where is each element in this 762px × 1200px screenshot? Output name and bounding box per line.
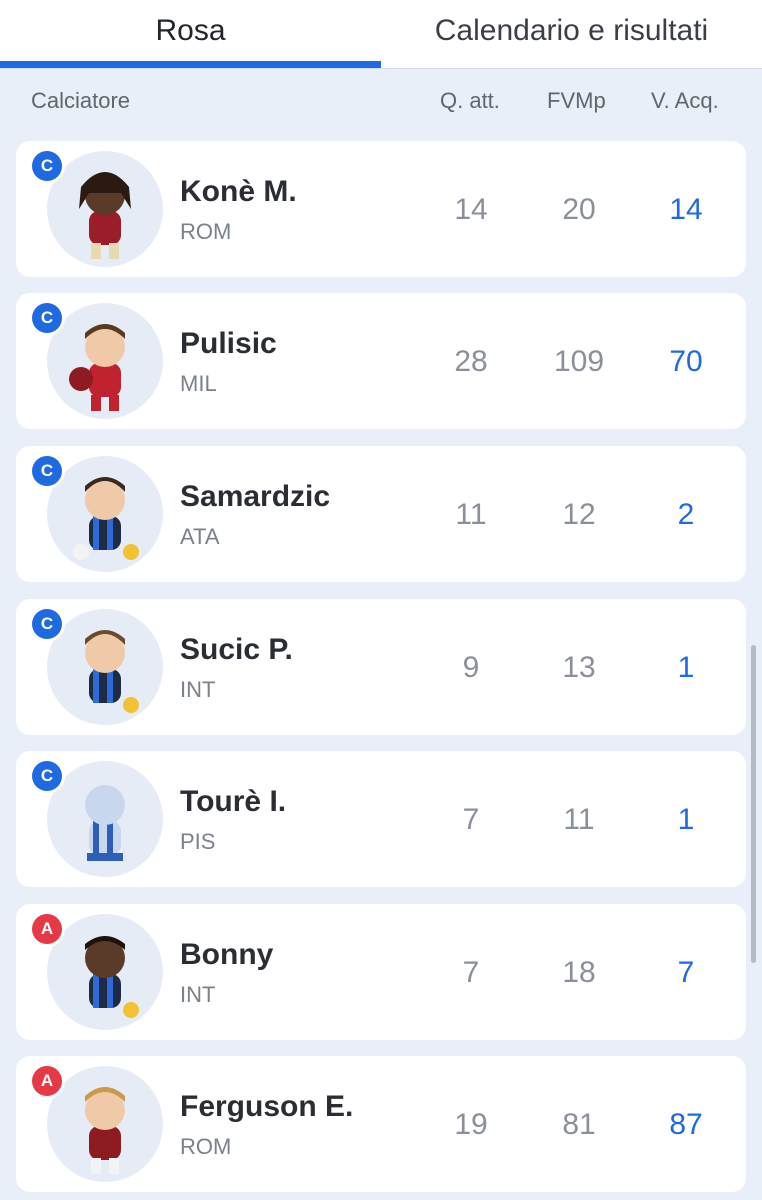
player-team: PIS bbox=[180, 829, 216, 854]
player-name: Pulisic bbox=[180, 327, 277, 360]
tab-calendario-risultati[interactable]: Calendario e risultati bbox=[381, 0, 762, 68]
column-header-fvmp[interactable]: FVMp bbox=[547, 88, 606, 114]
player-card[interactable]: C Pulisic MIL 28 109 70 bbox=[16, 293, 746, 429]
player-figure-icon bbox=[85, 630, 139, 713]
quota-attuale-value: 14 bbox=[454, 193, 488, 226]
fvmp-value: 18 bbox=[562, 956, 596, 989]
fvmp-value: 12 bbox=[562, 498, 596, 531]
player-figure-icon bbox=[69, 324, 125, 411]
player-figure-icon bbox=[79, 172, 131, 259]
player-avatar bbox=[47, 914, 163, 1030]
tab-bar: Rosa Calendario e risultati bbox=[0, 0, 762, 69]
valore-acquisto-value: 7 bbox=[677, 956, 695, 989]
quota-attuale-value: 28 bbox=[454, 345, 488, 378]
player-team: ROM bbox=[180, 219, 232, 244]
column-header-calciatore[interactable]: Calciatore bbox=[31, 88, 130, 114]
player-card[interactable]: C Konè M. ROM 14 20 14 bbox=[16, 141, 746, 277]
valore-acquisto-value: 1 bbox=[677, 651, 695, 684]
player-card[interactable]: C Sucic P. INT 9 13 1 bbox=[16, 599, 746, 735]
player-team: ATA bbox=[180, 524, 220, 549]
role-badge: A bbox=[32, 1066, 62, 1096]
player-figure-icon bbox=[85, 936, 139, 1018]
valore-acquisto-value: 2 bbox=[677, 498, 695, 531]
quota-attuale-value: 7 bbox=[462, 956, 480, 989]
player-avatar bbox=[47, 151, 163, 267]
role-badge: A bbox=[32, 914, 62, 944]
player-avatar bbox=[47, 303, 163, 419]
player-figure-icon bbox=[73, 477, 139, 560]
player-card[interactable]: A Ferguson E. ROM 19 81 87 bbox=[16, 1056, 746, 1192]
player-team: INT bbox=[180, 677, 216, 702]
fvmp-value: 13 bbox=[562, 651, 596, 684]
quota-attuale-value: 11 bbox=[455, 498, 487, 531]
fvmp-value: 81 bbox=[562, 1108, 596, 1141]
tab-rosa[interactable]: Rosa bbox=[0, 0, 381, 68]
player-card[interactable]: C Tourè I. PIS 7 11 1 bbox=[16, 751, 746, 887]
player-avatar bbox=[47, 1066, 163, 1182]
fvmp-value: 20 bbox=[562, 193, 596, 226]
player-name: Konè M. bbox=[180, 175, 297, 208]
player-name: Samardzic bbox=[180, 480, 331, 513]
player-team: ROM bbox=[180, 1134, 232, 1159]
role-badge: C bbox=[32, 456, 62, 486]
player-avatar bbox=[47, 456, 163, 572]
role-badge: C bbox=[32, 303, 62, 333]
valore-acquisto-value: 1 bbox=[677, 803, 695, 836]
role-badge: C bbox=[32, 761, 62, 791]
role-badge: C bbox=[32, 151, 62, 181]
quota-attuale-value: 7 bbox=[462, 803, 480, 836]
role-badge: C bbox=[32, 609, 62, 639]
quota-attuale-value: 19 bbox=[454, 1108, 488, 1141]
player-card[interactable]: A Bonny INT 7 18 7 bbox=[16, 904, 746, 1040]
fvmp-value: 11 bbox=[563, 803, 595, 836]
column-header-quota-attuale[interactable]: Q. att. bbox=[440, 88, 500, 114]
player-placeholder-icon bbox=[85, 785, 125, 861]
player-figure-icon bbox=[85, 1087, 125, 1174]
player-avatar bbox=[47, 761, 163, 877]
valore-acquisto-value: 70 bbox=[669, 345, 703, 378]
player-card[interactable]: C Samardzic ATA 11 12 2 bbox=[16, 446, 746, 582]
player-name: Ferguson E. bbox=[180, 1090, 354, 1123]
player-avatar bbox=[47, 609, 163, 725]
column-header-valore-acquisto[interactable]: V. Acq. bbox=[651, 88, 719, 114]
player-name: Tourè I. bbox=[180, 785, 287, 818]
valore-acquisto-value: 14 bbox=[669, 193, 703, 226]
scrollbar-thumb[interactable] bbox=[751, 645, 756, 963]
active-tab-indicator bbox=[0, 61, 381, 68]
valore-acquisto-value: 87 bbox=[669, 1108, 703, 1141]
quota-attuale-value: 9 bbox=[462, 651, 480, 684]
player-team: INT bbox=[180, 982, 216, 1007]
player-name: Bonny bbox=[180, 938, 274, 971]
player-team: MIL bbox=[180, 371, 217, 396]
player-name: Sucic P. bbox=[180, 633, 293, 666]
fvmp-value: 109 bbox=[553, 345, 605, 378]
